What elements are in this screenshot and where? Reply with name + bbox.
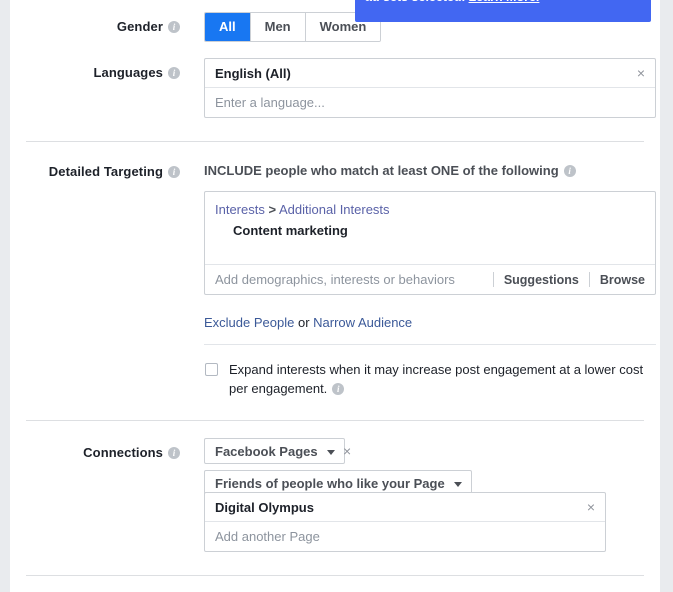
close-icon[interactable]: × (343, 443, 351, 459)
exclude-narrow-row: Exclude People or Narrow Audience (204, 315, 656, 330)
suggestions-button[interactable]: Suggestions (504, 273, 579, 287)
ad-set-form-panel: ad sets selected. Learn More. Genderi Al… (10, 0, 660, 592)
language-token-english: English (All) × (205, 59, 655, 88)
gender-label-text: Gender (116, 19, 163, 34)
expand-interests-text: Expand interests when it may increase po… (229, 362, 644, 396)
detailed-targeting-label: Detailed Targeting i (10, 164, 180, 179)
language-token-label: English (All) (215, 66, 291, 81)
chevron-down-icon (326, 450, 335, 455)
connections-label-text: Connections (83, 445, 163, 460)
breadcrumb-root[interactable]: Interests (215, 202, 265, 217)
section-divider (26, 141, 644, 142)
connections-page-field: Digital Olympus × Add another Page (204, 492, 606, 552)
expand-interests-checkbox[interactable] (205, 363, 218, 376)
include-heading: INCLUDE people who match at least ONE of… (204, 163, 576, 178)
browse-button[interactable]: Browse (600, 273, 645, 287)
gender-option-all[interactable]: All (205, 13, 251, 41)
ad-sets-selected-banner: ad sets selected. Learn More. (355, 0, 651, 22)
language-input[interactable]: Enter a language... (205, 88, 655, 117)
gender-label: Gender i (10, 19, 180, 34)
languages-field: English (All) × Enter a language... (204, 58, 656, 118)
banner-learn-more-link[interactable]: Learn More. (469, 0, 540, 4)
expand-interests-row: Expand interests when it may increase po… (204, 360, 656, 398)
detailed-targeting-label-text: Detailed Targeting (48, 164, 163, 179)
info-icon[interactable]: i (168, 21, 180, 33)
detailed-targeting-input[interactable]: Add demographics, interests or behaviors (215, 272, 483, 287)
breadcrumb-separator: > (268, 202, 277, 217)
section-divider (26, 420, 644, 421)
connections-label: Connections i (10, 445, 180, 460)
divider (588, 272, 590, 287)
close-icon[interactable]: × (587, 493, 595, 522)
info-icon[interactable]: i (168, 166, 180, 178)
connection-type-dropdown[interactable]: Facebook Pages (204, 438, 345, 464)
info-icon[interactable]: i (563, 165, 576, 177)
page-token-label: Digital Olympus (215, 500, 314, 515)
include-heading-text: INCLUDE people who match at least ONE of… (204, 163, 559, 178)
info-icon[interactable]: i (332, 383, 345, 395)
languages-label-text: Languages (93, 65, 163, 80)
interest-item-content-marketing[interactable]: Content marketing (205, 217, 655, 238)
languages-label: Languages i (10, 65, 180, 80)
divider (492, 272, 494, 287)
detailed-targeting-field: Interests > Additional Interests Content… (204, 191, 656, 295)
or-text: or (297, 315, 310, 330)
banner-text: ad sets selected. (365, 0, 465, 4)
exclude-people-link[interactable]: Exclude People (204, 315, 294, 330)
chevron-down-icon (453, 482, 462, 487)
info-icon[interactable]: i (168, 67, 180, 79)
add-another-page-input[interactable]: Add another Page (205, 522, 605, 551)
breadcrumb-leaf[interactable]: Additional Interests (279, 202, 390, 217)
section-divider (26, 575, 644, 576)
narrow-audience-link[interactable]: Narrow Audience (313, 315, 412, 330)
close-icon[interactable]: × (637, 59, 645, 88)
inline-divider (204, 344, 656, 345)
gender-option-men[interactable]: Men (250, 13, 306, 41)
detailed-targeting-input-line: Add demographics, interests or behaviors… (205, 264, 655, 294)
interest-breadcrumb: Interests > Additional Interests (205, 192, 655, 217)
connection-criteria-value: Friends of people who like your Page (215, 476, 445, 491)
page-token-digital-olympus: Digital Olympus × (205, 493, 605, 522)
info-icon[interactable]: i (168, 447, 180, 459)
connection-type-value: Facebook Pages (215, 444, 318, 459)
page-root: ad sets selected. Learn More. Genderi Al… (0, 0, 673, 592)
expand-interests-label: Expand interests when it may increase po… (229, 360, 661, 398)
